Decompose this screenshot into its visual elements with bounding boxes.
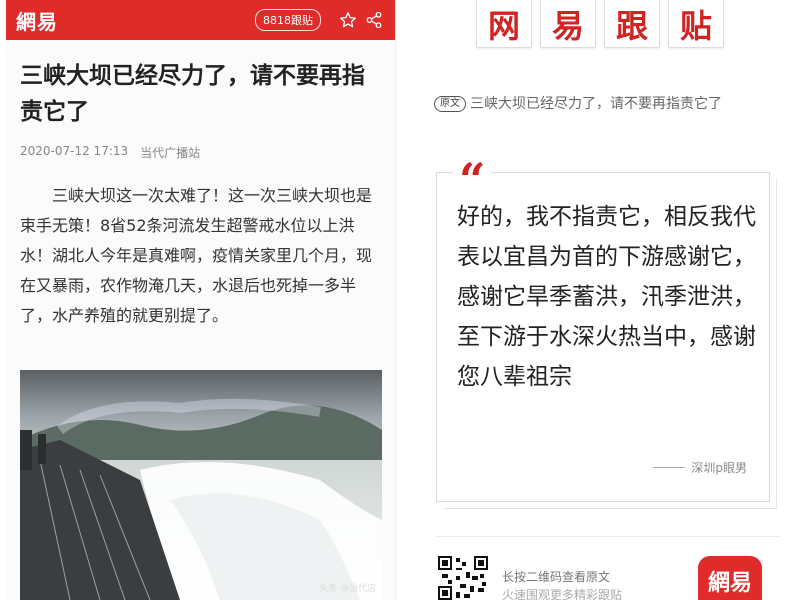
article-body: 三峡大坝这一次太难了！这一次三峡大坝也是束手无策！8省52条河流发生超警戒水位以… [20, 186, 373, 325]
divider [436, 536, 780, 537]
original-title: 三峡大坝已经尽力了，请不要再指责它了 [470, 96, 722, 112]
quote-mark-icon: “ [453, 155, 492, 205]
star-icon[interactable] [337, 9, 359, 31]
brand-tile: 跟 [604, 0, 660, 48]
article-date: 2020-07-12 17:13 [20, 144, 129, 158]
brand-tile: 易 [540, 0, 596, 48]
comment-text: 好的，我不指责它，相反我代表以宜昌为首的下游感谢它，感谢它旱季蓄洪，汛季泄洪，至… [457, 204, 756, 390]
dam-spillway-photo: 头条 @当代店 [20, 370, 382, 600]
qr-line-2: 火速围观更多精彩跟贴 [502, 588, 623, 600]
qr-instructions: 长按二维码查看原文 火速围观更多精彩跟贴 [502, 568, 622, 600]
netease-comment-brand: 网 易 跟 贴 [476, 0, 724, 48]
netease-app-icon[interactable]: 網易 [698, 556, 762, 600]
article-source[interactable]: 当代广播站 [140, 144, 200, 161]
photo-watermark: 头条 @当代店 [319, 584, 376, 594]
comment-author: 深圳p眼男 [653, 459, 747, 476]
original-article-link[interactable]: 原文 三峡大坝已经尽力了，请不要再指责它了 [434, 94, 774, 114]
article-screenshot-panel: 網易 8818跟贴 三峡大坝已经尽力了，请不要再指责它了 2020-07-12 … [6, 0, 396, 600]
qr-code-icon[interactable] [438, 556, 488, 600]
app-top-bar: 網易 8818跟贴 [6, 0, 395, 40]
article-meta: 2020-07-12 17:13 当代广播站 [6, 130, 395, 161]
brand-tile: 网 [476, 0, 532, 48]
share-icon[interactable] [363, 9, 385, 31]
comment-count-badge[interactable]: 8818跟贴 [255, 9, 321, 31]
article-title: 三峡大坝已经尽力了，请不要再指责它了 [20, 63, 365, 125]
original-tag: 原文 [434, 96, 466, 112]
qr-line-1: 长按二维码查看原文 [502, 570, 611, 584]
comment-card-panel: 网 易 跟 贴 原文 三峡大坝已经尽力了，请不要再指责它了 “ 好的，我不指责它，… [420, 0, 800, 600]
brand-tile: 贴 [668, 0, 724, 48]
netease-logo: 網易 [16, 9, 58, 34]
comment-quote-card: “ 好的，我不指责它，相反我代表以宜昌为首的下游感谢它，感谢它旱季蓄洪，汛季泄洪… [436, 155, 777, 509]
